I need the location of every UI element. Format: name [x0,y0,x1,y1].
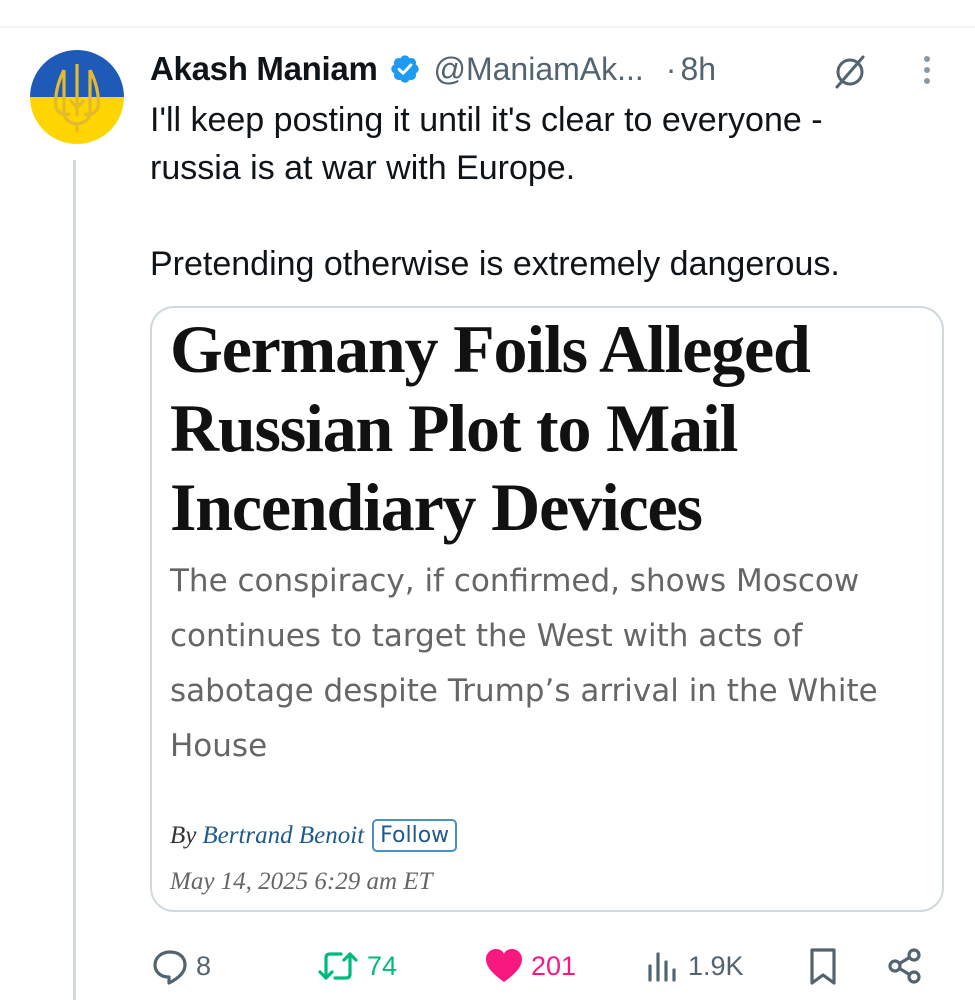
retweet-button[interactable]: 74 [315,944,397,988]
share-button[interactable] [885,944,925,988]
article-byline: By Bertrand Benoit Follow [170,819,458,852]
separator-dot: · [665,50,677,87]
grok-icon[interactable] [832,54,868,90]
author-handle[interactable]: @ManiamAk... [433,51,643,88]
reply-button[interactable]: 8 [150,944,211,988]
reply-count: 8 [196,950,212,981]
bookmark-button[interactable] [805,944,841,988]
more-icon[interactable] [912,50,942,90]
byline-prefix: By [170,821,197,849]
article-author[interactable]: Bertrand Benoit [202,822,364,850]
article-dek: The conspiracy, if confirmed, shows Mosc… [170,563,878,764]
bookmark-icon [810,948,836,985]
retweet-icon [318,952,358,980]
retweet-count: 74 [367,950,398,981]
tweet-text: I'll keep posting it until it's clear to… [150,101,840,283]
follow-button[interactable]: Follow [372,819,458,852]
avatar[interactable] [30,50,124,144]
heart-icon [486,949,522,982]
views-button[interactable]: 1.9K [642,944,744,988]
like-button[interactable]: 201 [483,944,576,988]
views-icon [648,952,676,982]
timestamp[interactable]: 8h [680,51,716,88]
author-name[interactable]: Akash Maniam [150,50,378,88]
view-count: 1.9K [688,950,744,981]
thread-line [73,160,76,1000]
reply-icon [153,950,187,985]
verified-badge-icon [389,53,421,85]
tweet-header: Akash Maniam @ManiamAk... · 8h [150,44,950,94]
article-card[interactable]: Germany Foils Alleged Russian Plot to Ma… [150,306,944,912]
action-bar: 8 74 201 1.9K [150,944,940,988]
article-headline: Germany Foils Alleged Russian Plot to Ma… [170,311,811,545]
share-icon [888,948,921,984]
article-date: May 14, 2025 6:29 am ET [170,868,433,895]
like-count: 201 [531,950,577,981]
top-divider [0,26,975,28]
